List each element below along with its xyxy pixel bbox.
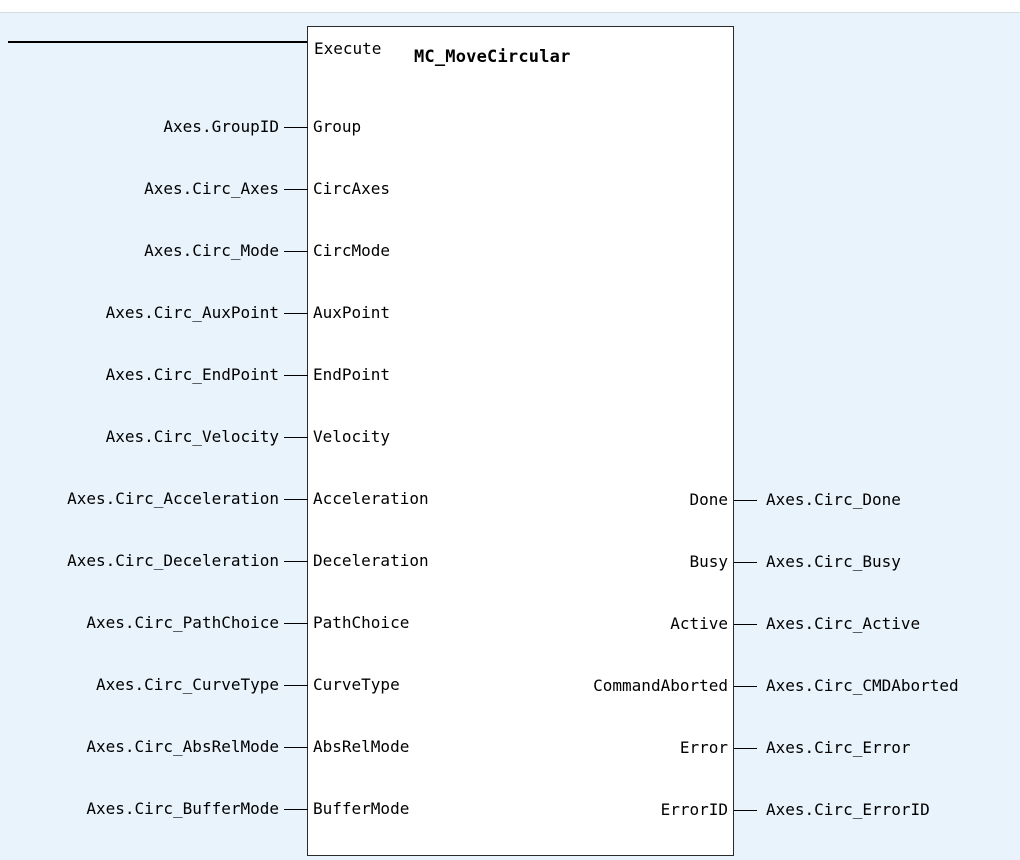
input-wire (284, 437, 308, 438)
input-variable-label[interactable]: Axes.Circ_EndPoint (106, 365, 279, 385)
input-pin-label: AbsRelMode (313, 737, 410, 756)
input-wire (284, 747, 308, 748)
input-variable-label[interactable]: Axes.Circ_Deceleration (67, 551, 279, 571)
input-pin-label: Velocity (313, 427, 391, 446)
output-wire (734, 624, 757, 625)
output-wire (734, 686, 757, 687)
input-variable-label[interactable]: Axes.Circ_AuxPoint (106, 303, 279, 323)
output-variable-label[interactable]: Axes.Circ_CMDAborted (766, 676, 959, 696)
input-variable-label[interactable]: Axes.Circ_Acceleration (67, 489, 279, 509)
input-wire (284, 189, 308, 190)
output-wire (734, 562, 757, 563)
input-pin-label: AuxPoint (313, 303, 391, 322)
output-pin-label: ErrorID (660, 800, 728, 819)
output-wire (734, 500, 757, 501)
input-variable-label[interactable]: Axes.Circ_Velocity (106, 427, 279, 447)
input-pin-label: PathChoice (313, 613, 410, 632)
input-pin-label: BufferMode (313, 799, 410, 818)
input-variable-label[interactable]: Axes.Circ_Mode (144, 241, 279, 261)
output-pin-label: Busy (689, 552, 728, 571)
output-pin-label: CommandAborted (593, 676, 728, 695)
input-wire (284, 499, 308, 500)
input-wire (284, 251, 308, 252)
output-pin-label: Error (679, 738, 728, 757)
input-variable-label[interactable]: Axes.Circ_BufferMode (86, 799, 279, 819)
input-variable-label[interactable]: Axes.Circ_AbsRelMode (86, 737, 279, 757)
input-wire (284, 623, 308, 624)
output-variable-label[interactable]: Axes.Circ_Error (766, 738, 911, 758)
output-variable-label[interactable]: Axes.Circ_Busy (766, 552, 901, 572)
output-wire (734, 810, 757, 811)
fbd-editor-canvas[interactable]: Execute MC_MoveCircular Axes.GroupID Grou… (0, 0, 1020, 860)
input-variable-label[interactable]: Axes.GroupID (163, 117, 279, 137)
input-variable-label[interactable]: Axes.Circ_Axes (144, 179, 279, 199)
output-pin-label: Active (670, 614, 728, 633)
output-wire (734, 748, 757, 749)
execute-wire (8, 41, 308, 43)
input-pin-label: Acceleration (313, 489, 429, 508)
input-wire (284, 313, 308, 314)
input-wire (284, 127, 308, 128)
input-variable-label[interactable]: Axes.Circ_PathChoice (86, 613, 279, 633)
input-pin-label: CircMode (313, 241, 391, 260)
input-wire (284, 685, 308, 686)
input-pin-label: EndPoint (313, 365, 391, 384)
execute-pin-label: Execute (314, 39, 382, 58)
output-variable-label[interactable]: Axes.Circ_ErrorID (766, 800, 930, 820)
input-pin-label: Deceleration (313, 551, 429, 570)
editor-top-strip (0, 0, 1020, 13)
input-pin-label: CircAxes (313, 179, 391, 198)
input-wire (284, 809, 308, 810)
input-wire (284, 561, 308, 562)
input-pin-label: CurveType (313, 675, 400, 694)
input-wire (284, 375, 308, 376)
input-pin-label: Group (313, 117, 362, 136)
input-variable-label[interactable]: Axes.Circ_CurveType (96, 675, 279, 695)
output-variable-label[interactable]: Axes.Circ_Done (766, 490, 901, 510)
output-variable-label[interactable]: Axes.Circ_Active (766, 614, 920, 634)
output-pin-label: Done (689, 490, 728, 509)
block-title: MC_MoveCircular (414, 47, 571, 67)
